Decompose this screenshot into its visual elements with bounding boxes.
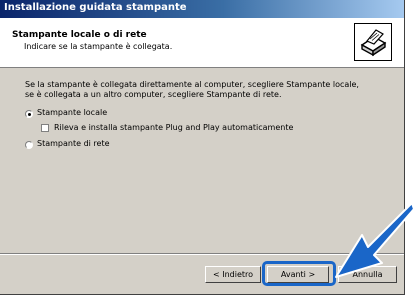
local-printer-label[interactable]: Stampante locale [37, 108, 107, 117]
local-printer-radio[interactable] [25, 110, 33, 118]
printer-icon [354, 23, 392, 61]
pnp-checkbox[interactable] [41, 124, 49, 132]
pnp-label[interactable]: Rileva e installa stampante Plug and Pla… [54, 123, 293, 132]
window-title: Installazione guidata stampante [4, 2, 187, 13]
title-bar[interactable]: Installazione guidata stampante [0, 0, 404, 18]
wizard-header: Stampante locale o di rete Indicare se l… [0, 18, 404, 68]
arrow-pointer-icon [335, 202, 414, 278]
header-subtitle: Indicare se la stampante è collegata. [24, 42, 173, 51]
back-button[interactable]: < Indietro [205, 266, 261, 283]
header-title: Stampante locale o di rete [12, 30, 147, 40]
network-printer-radio[interactable] [25, 141, 33, 149]
network-printer-label[interactable]: Stampante di rete [37, 139, 110, 148]
description-text: Se la stampante è collegata direttamente… [25, 80, 359, 99]
